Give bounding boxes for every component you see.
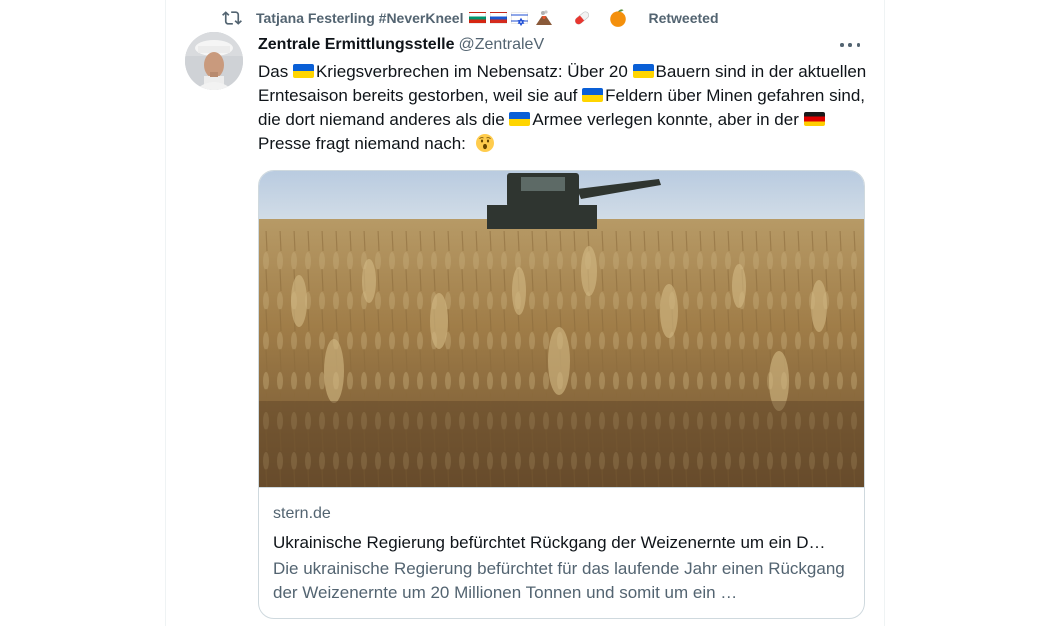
link-preview-card[interactable]: stern.de Ukrainische Regierung befürchte…	[258, 170, 865, 619]
flag-ukraine-icon	[632, 64, 654, 78]
retweet-label: Retweeted	[648, 10, 719, 26]
tweet-header: Zentrale Ermittlungsstelle @ZentraleV	[258, 34, 868, 56]
flag-ukraine-icon	[292, 64, 314, 78]
retweet-icon	[222, 11, 242, 25]
author-handle[interactable]: @ZentraleV	[459, 36, 545, 54]
hushed-face-icon	[475, 134, 494, 152]
card-description: Die ukrainische Regierung befürchtet für…	[273, 559, 845, 602]
card-title[interactable]: Ukrainische Regierung befürchtet Rückgan…	[273, 531, 850, 555]
orange-icon	[610, 9, 627, 27]
author-avatar[interactable]	[185, 32, 243, 90]
volcano-icon	[536, 10, 553, 25]
card-domain: stern.de	[273, 505, 331, 522]
tweet-text: Das Kriegsverbrechen im Nebensatz: Über …	[258, 62, 867, 153]
flag-germany-icon	[803, 112, 825, 126]
flag-bulgaria-icon	[469, 12, 487, 24]
flag-ukraine-icon	[509, 112, 531, 126]
retweet-context[interactable]: Tatjana Festerling #NeverKneel Retweeted	[222, 8, 719, 28]
pill-icon	[575, 11, 590, 25]
flag-israel-icon	[511, 12, 529, 27]
flag-ukraine-icon	[582, 88, 604, 102]
author-display-name[interactable]: Zentrale Ermittlungsstelle	[258, 36, 455, 54]
retweeter-name[interactable]: Tatjana Festerling #NeverKneel	[256, 10, 463, 26]
card-image[interactable]	[259, 171, 864, 488]
flag-russia-icon	[490, 12, 508, 24]
more-options-icon[interactable]	[840, 36, 860, 54]
timeline-border-right	[884, 0, 885, 626]
timeline-border-left	[165, 0, 166, 626]
